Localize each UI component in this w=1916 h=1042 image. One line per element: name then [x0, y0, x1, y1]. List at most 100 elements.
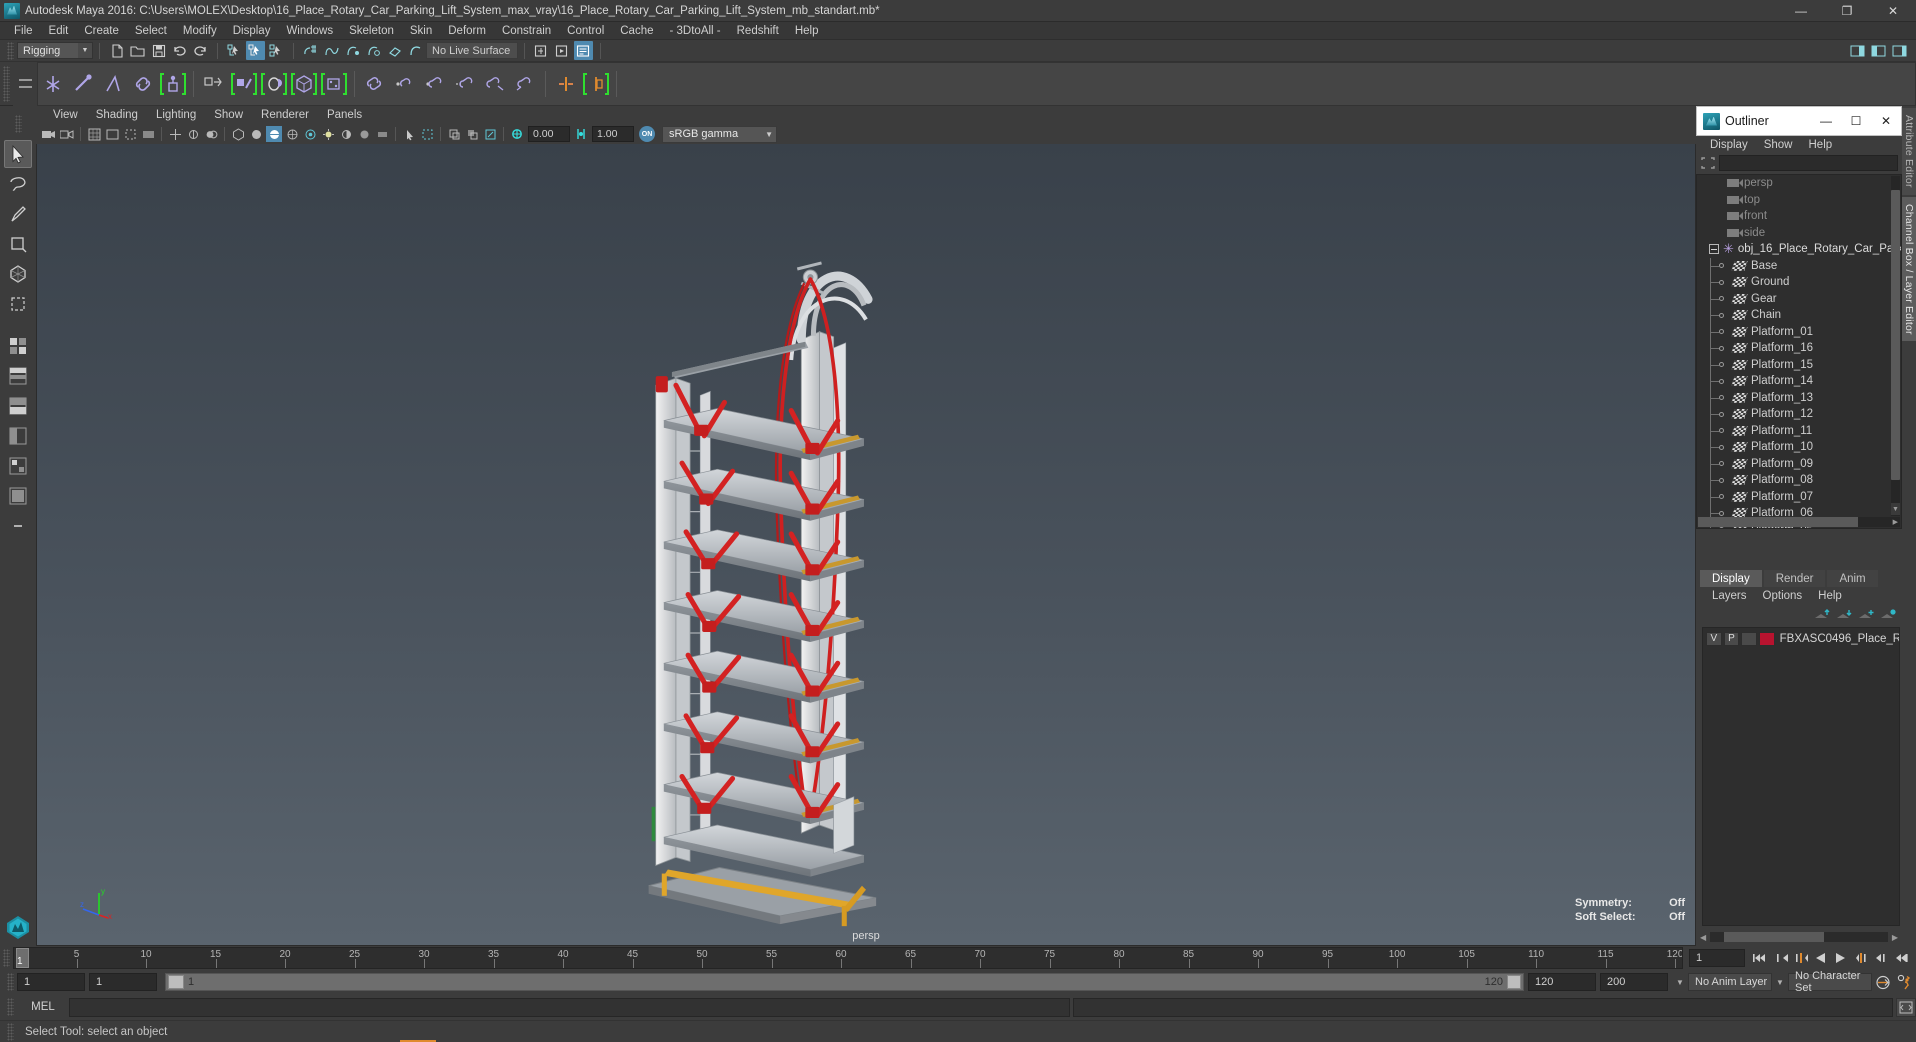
shelf-ik-handle-tool[interactable] — [69, 69, 97, 99]
maximize-button[interactable]: ❐ — [1824, 0, 1870, 22]
use-all-lights-icon[interactable] — [320, 126, 336, 142]
ambient-occlusion-icon[interactable] — [356, 126, 372, 142]
vp-menu-renderer[interactable]: Renderer — [252, 109, 318, 121]
range-gripper[interactable] — [7, 973, 14, 991]
menu-skin[interactable]: Skin — [402, 22, 440, 40]
outliner-vertical-scrollbar[interactable] — [1891, 176, 1900, 516]
shelf-orient-constraint-tool[interactable] — [421, 69, 449, 99]
create-layer-from-selected-icon[interactable] — [1880, 609, 1896, 621]
tree-node-icon[interactable] — [1719, 527, 1724, 528]
tree-node-icon[interactable] — [1719, 411, 1724, 417]
outliner-item-platform-14[interactable]: Platform_14 — [1697, 373, 1901, 390]
shelf-mirror-skin-weights-tool[interactable] — [582, 69, 610, 99]
grid-icon[interactable] — [86, 126, 102, 142]
tree-node-icon[interactable] — [1719, 279, 1724, 285]
save-scene-button[interactable] — [149, 41, 168, 60]
move-tool-button[interactable] — [4, 230, 32, 258]
render-settings-button[interactable] — [574, 41, 593, 60]
exposure-value[interactable]: 0.00 — [528, 126, 570, 142]
single-perspective-layout-button[interactable] — [4, 482, 32, 510]
layout-more-button[interactable] — [4, 512, 32, 540]
tree-node-icon[interactable] — [1719, 477, 1724, 483]
live-surface-field[interactable]: No Live Surface — [426, 42, 518, 59]
shelf-deform-lattice-tool[interactable] — [260, 69, 288, 99]
tree-node-icon[interactable] — [1719, 395, 1724, 400]
outliner-maximize-button[interactable]: ☐ — [1841, 107, 1871, 135]
show-attribute-editor-button[interactable] — [1848, 41, 1867, 60]
layer-display-type-toggle[interactable] — [1741, 631, 1757, 646]
menu-select[interactable]: Select — [127, 22, 175, 40]
step-back-frame-button[interactable] — [1791, 949, 1810, 968]
show-tool-settings-button[interactable] — [1869, 41, 1888, 60]
layer-horizontal-scrollbar[interactable] — [1710, 932, 1888, 942]
snap-curve-button[interactable] — [322, 41, 341, 60]
menu-help[interactable]: Help — [787, 22, 827, 40]
tree-node-icon[interactable] — [1719, 329, 1724, 334]
animation-preferences-button[interactable] — [1894, 972, 1916, 992]
menu-redshift[interactable]: Redshift — [729, 22, 787, 40]
shelf-tab-menu-button[interactable] — [13, 61, 37, 106]
menu-create[interactable]: Create — [76, 22, 127, 40]
snap-point-button[interactable] — [343, 41, 362, 60]
command-output[interactable] — [1073, 997, 1893, 1017]
menu-3dtoall[interactable]: - 3DtoAll - — [662, 22, 729, 40]
tree-node-icon[interactable] — [1719, 263, 1724, 268]
snap-view-plane-button[interactable] — [385, 41, 404, 60]
shade-all-icon[interactable] — [266, 126, 282, 142]
select-hierarchy-button[interactable] — [225, 41, 244, 60]
step-forward-frame-button[interactable] — [1851, 949, 1870, 968]
persp-graph-layout-button[interactable] — [4, 392, 32, 420]
outliner-item-platform-09[interactable]: Platform_09 — [1697, 455, 1901, 472]
exposure-view-icon[interactable] — [482, 126, 498, 142]
gamma-value[interactable]: 1.00 — [592, 126, 634, 142]
menu-skeleton[interactable]: Skeleton — [341, 22, 402, 40]
vp-menu-panels[interactable]: Panels — [318, 109, 371, 121]
view-transform-select[interactable]: sRGB gamma ▼ — [662, 125, 777, 143]
scale-tool-button[interactable] — [4, 290, 32, 318]
play-forwards-button[interactable] — [1831, 949, 1850, 968]
side-tab-channel-box[interactable]: Channel Box / Layer Editor — [1902, 196, 1916, 342]
minimize-button[interactable]: — — [1778, 0, 1824, 22]
two-sided-lighting-icon[interactable] — [185, 126, 201, 142]
shelf-skin-paint-tool[interactable] — [230, 69, 258, 99]
range-left-handle[interactable] — [168, 975, 184, 989]
outliner-item-front[interactable]: front — [1697, 208, 1901, 225]
shelf-bind-skin-tool[interactable] — [159, 69, 187, 99]
shadows-icon[interactable] — [203, 126, 219, 142]
tree-node-icon[interactable] — [1719, 444, 1724, 450]
outliner-item-platform-12[interactable]: Platform_12 — [1697, 406, 1901, 423]
tree-node-icon[interactable] — [1719, 345, 1724, 351]
command-language-label[interactable]: MEL — [17, 1001, 69, 1013]
move-layer-down-icon[interactable] — [1836, 609, 1852, 621]
open-scene-button[interactable] — [128, 41, 147, 60]
redo-button[interactable] — [191, 41, 210, 60]
outliner-item-persp[interactable]: persp — [1697, 175, 1901, 192]
menu-windows[interactable]: Windows — [278, 22, 341, 40]
layer-menu-help[interactable]: Help — [1810, 590, 1850, 602]
outliner-item-obj-16-place-rotary-car-park[interactable]: ✳ obj_16_Place_Rotary_Car_Park — [1697, 241, 1901, 258]
outliner-hscroll-right-arrow[interactable]: ▶ — [1893, 518, 1898, 526]
toolbox-gripper[interactable] — [4, 110, 32, 138]
move-layer-up-icon[interactable] — [1814, 609, 1830, 621]
outliner-item-platform-16[interactable]: Platform_16 — [1697, 340, 1901, 357]
wireframe-on-shaded-icon[interactable] — [284, 126, 300, 142]
3d-viewport[interactable]: y z x Symmetry: Off Soft Select: Off per… — [36, 144, 1696, 946]
snap-live-button[interactable] — [406, 41, 425, 60]
snap-projected-center-button[interactable] — [364, 41, 383, 60]
two-pane-layout-button[interactable] — [4, 422, 32, 450]
help-line-gripper[interactable] — [7, 1022, 14, 1041]
gate-mask-icon[interactable] — [140, 126, 156, 142]
chevron-down-icon[interactable]: ▼ — [1672, 978, 1688, 987]
shelf-deform-cluster-tool[interactable] — [290, 69, 318, 99]
current-frame-field[interactable]: 1 — [1689, 949, 1745, 967]
layer-name[interactable]: FBXASC0496_Place_Rot — [1780, 633, 1899, 645]
menu-deform[interactable]: Deform — [440, 22, 494, 40]
command-line-gripper[interactable] — [7, 998, 14, 1016]
outliner-hscroll-thumb[interactable] — [1698, 517, 1858, 527]
animation-end-time-field[interactable]: 200 — [1600, 973, 1668, 991]
scroll-right-arrow[interactable]: ▶ — [1892, 933, 1898, 942]
layer-row[interactable]: V P FBXASC0496_Place_Rot — [1703, 630, 1899, 647]
exposure-icon[interactable] — [509, 126, 525, 142]
script-editor-button[interactable] — [1896, 997, 1916, 1017]
playback-start-time-field[interactable]: 1 — [89, 973, 157, 991]
